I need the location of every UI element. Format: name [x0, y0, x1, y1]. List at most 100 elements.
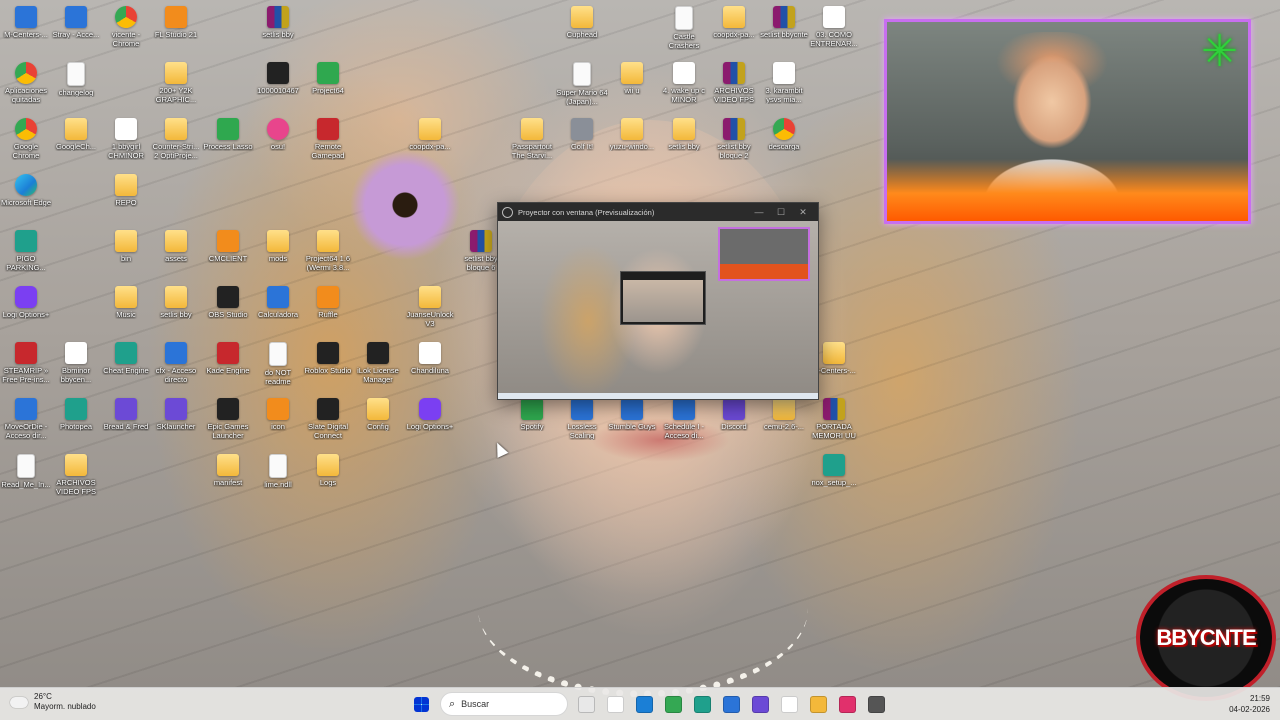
desktop-icon[interactable]: Bread & Fred	[100, 398, 152, 431]
desktop-icon[interactable]: CMCLIENT	[202, 230, 254, 263]
desktop-icon[interactable]: cemu-2.6-...	[758, 398, 810, 431]
desktop-icon[interactable]: Chandiluna	[404, 342, 456, 375]
desktop-icon[interactable]: PIGO PARKING...	[0, 230, 52, 272]
file-taskbar-button[interactable]	[603, 691, 629, 717]
minimize-button[interactable]: —	[748, 207, 770, 217]
desktop-icon[interactable]: setlis bby	[252, 6, 304, 39]
desktop-icon[interactable]: Photopea	[50, 398, 102, 431]
desktop-icon[interactable]: yuzu-windo...	[606, 118, 658, 151]
desktop-icon[interactable]: OBS Studio	[202, 286, 254, 319]
desktop-icon[interactable]: Ruffle	[302, 286, 354, 319]
desktop-icon[interactable]: setlis bby	[150, 286, 202, 319]
weather-widget[interactable]: 26°C Mayorm. nublado	[10, 692, 96, 712]
desktop-icon[interactable]: 03. COMO ENTRENAR...	[808, 6, 860, 48]
instagram-taskbar-button[interactable]	[835, 691, 861, 717]
desktop-icon[interactable]: mods	[252, 230, 304, 263]
desktop-icon[interactable]: Project64	[302, 62, 354, 95]
file-explorer-taskbar-button[interactable]	[806, 691, 832, 717]
projector-titlebar[interactable]: Proyector con ventana (Previsualización)…	[498, 203, 818, 221]
desktop-icon[interactable]: Stumble Guys	[606, 398, 658, 431]
desktop-icon[interactable]: Microsoft Edge	[0, 174, 52, 207]
desktop-icon[interactable]: FL Studio 21	[150, 6, 202, 39]
desktop-icon[interactable]: nox_setup_...	[808, 454, 860, 487]
desktop-icon[interactable]: 3. karambit ysvs mia...	[758, 62, 810, 104]
desktop-icon[interactable]: cfx - Acceso directo	[150, 342, 202, 384]
desktop-icon[interactable]: Logs	[302, 454, 354, 487]
desktop-icon[interactable]: REPO	[100, 174, 152, 207]
desktop-icon[interactable]: Passpartout The Starvi...	[506, 118, 558, 160]
desktop-icon[interactable]: Bbminor bbycen...	[50, 342, 102, 384]
desktop-icon[interactable]: coopdx-pa...	[708, 6, 760, 39]
desktop-icon[interactable]: Config	[352, 398, 404, 431]
chrome-taskbar-button[interactable]	[661, 691, 687, 717]
desktop-icon[interactable]: ARCHIVOS VIDEO FPS	[50, 454, 102, 496]
desktop-icon[interactable]: Discord	[708, 398, 760, 431]
desktop-icon[interactable]: osu!	[252, 118, 304, 151]
desktop-icon[interactable]: Slate Digital Connect	[302, 398, 354, 440]
desktop-icon[interactable]: GoogleCh...	[50, 118, 102, 151]
document-taskbar-button[interactable]	[777, 691, 803, 717]
desktop-icon[interactable]: JuanseUnlock V3	[404, 286, 456, 328]
desktop-icon[interactable]: iLok License Manager	[352, 342, 404, 384]
desktop-icon[interactable]: Kade Engine	[202, 342, 254, 375]
settings-taskbar-button[interactable]	[864, 691, 890, 717]
desktop-icon[interactable]: assets	[150, 230, 202, 263]
desktop-icon[interactable]: Cuphead	[556, 6, 608, 39]
photopea-taskbar-button[interactable]	[690, 691, 716, 717]
close-button[interactable]: ✕	[792, 207, 814, 218]
desktop-icon[interactable]: Epic Games Launcher	[202, 398, 254, 440]
desktop-icon[interactable]: 200+ Y2K GRAPHIC...	[150, 62, 202, 104]
desktop-icon[interactable]: Music	[100, 286, 152, 319]
desktop-icon[interactable]: PORTADA MEMORI UU	[808, 398, 860, 440]
desktop-icon[interactable]: descarga	[758, 118, 810, 151]
desktop-icon[interactable]: changelog	[50, 62, 102, 97]
desktop-icon[interactable]: Counter-Stri... 2 OptiProje...	[150, 118, 202, 160]
desktop-icon[interactable]: vicente - Chrome	[100, 6, 152, 48]
desktop-icon[interactable]: Cheat Engine	[100, 342, 152, 375]
desktop-icon[interactable]: setlis bby	[658, 118, 710, 151]
desktop-icon[interactable]: wii u	[606, 62, 658, 95]
desktop-icon[interactable]: do NOT readme	[252, 342, 304, 386]
desktop-icon[interactable]: Castle Crashers	[658, 6, 710, 50]
desktop-icon[interactable]: Logi Options+	[0, 286, 52, 319]
projector-window[interactable]: Proyector con ventana (Previsualización)…	[497, 202, 819, 400]
desktop-icon[interactable]: 1 bbygirl CHMINOR	[100, 118, 152, 160]
desktop-icon[interactable]: ARCHIVOS VIDEO FPS	[708, 62, 760, 104]
desktop-icon[interactable]: STEAMRIP » Free Pre-ins...	[0, 342, 52, 384]
desktop-icon[interactable]: Aplicaciones quitadas	[0, 62, 52, 104]
desktop-icon[interactable]: Roblox Studio	[302, 342, 354, 375]
desktop-icon[interactable]: Super Mario 64 (Japan)...	[556, 62, 608, 106]
desktop-icon[interactable]: SKlauncher	[150, 398, 202, 431]
start-button[interactable]	[409, 691, 435, 717]
desktop-icon[interactable]: Schedule I - Acceso di...	[658, 398, 710, 440]
desktop-icon[interactable]: M-Centers-...	[0, 6, 52, 39]
outlook-taskbar-button[interactable]	[719, 691, 745, 717]
desktop-icon[interactable]: Golf It!	[556, 118, 608, 151]
desktop-icon[interactable]: manifest	[202, 454, 254, 487]
desktop-icon[interactable]: Project64 1.6 (Wermi 3.8...	[302, 230, 354, 272]
app-taskbar-button[interactable]	[748, 691, 774, 717]
desktop-icon[interactable]: lime.ndll	[252, 454, 304, 489]
desktop-icon[interactable]: Google Chrome	[0, 118, 52, 160]
desktop-icon[interactable]: Read_Me_In...	[0, 454, 52, 489]
desktop-icon[interactable]: Remote Gamepad	[302, 118, 354, 160]
desktop-icon[interactable]: bin	[100, 230, 152, 263]
desktop-icon[interactable]: MoveOrDie - Acceso dir...	[0, 398, 52, 440]
desktop-icon[interactable]: Calculadora	[252, 286, 304, 319]
desktop-icon[interactable]: Lossless Scaling	[556, 398, 608, 440]
desktop-icon[interactable]: setlist bbycnte	[758, 6, 810, 39]
desktop-icon[interactable]: 1000010467	[252, 62, 304, 95]
desktop-icon[interactable]: Logi Options+	[404, 398, 456, 431]
desktop-icon[interactable]: icon	[252, 398, 304, 431]
task-view-taskbar-button[interactable]	[574, 691, 600, 717]
search-box[interactable]: ⌕ Buscar	[440, 692, 568, 716]
desktop-icon[interactable]: setlist bby bloque 2	[708, 118, 760, 160]
desktop-icon[interactable]: Stray - Acce...	[50, 6, 102, 39]
edge-taskbar-button[interactable]	[632, 691, 658, 717]
desktop-icon[interactable]: coopdx-pa...	[404, 118, 456, 151]
desktop-icon[interactable]: Process Lasso	[202, 118, 254, 151]
maximize-button[interactable]: ☐	[770, 207, 792, 218]
desktop-icon[interactable]: Spotify	[506, 398, 558, 431]
desktop-icon[interactable]: 4. wake up c MINOR	[658, 62, 710, 104]
system-clock[interactable]: 21:59 04-02-2026	[1229, 693, 1270, 715]
